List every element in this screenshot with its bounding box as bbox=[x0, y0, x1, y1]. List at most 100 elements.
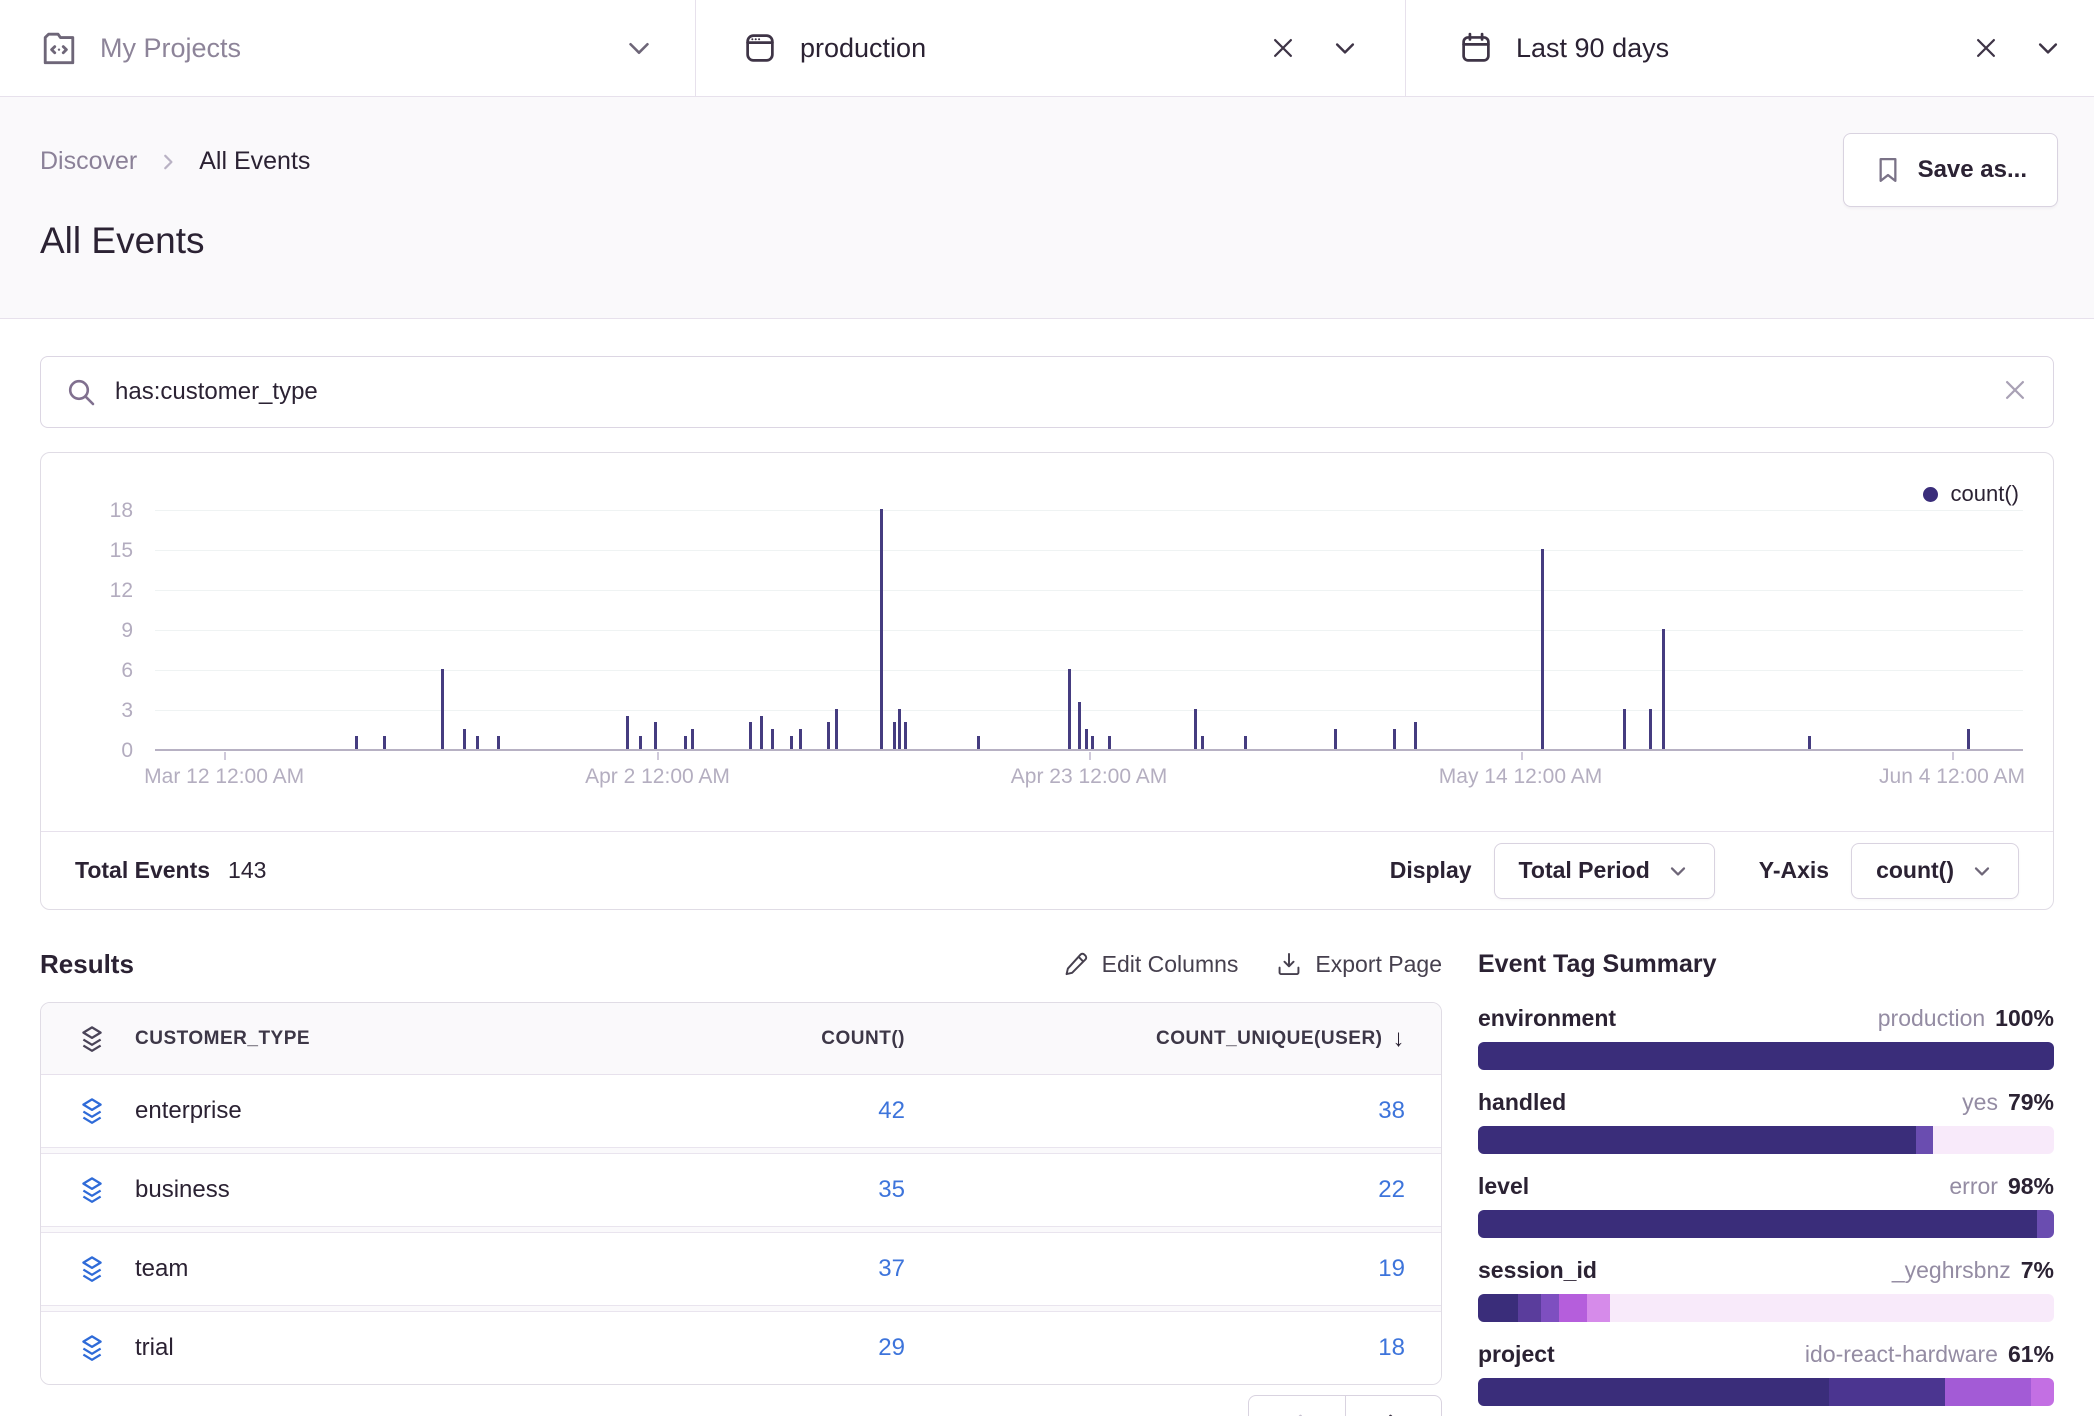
project-selector[interactable]: My Projects bbox=[0, 0, 696, 96]
chart-bar bbox=[684, 736, 687, 749]
cell-customer-type: enterprise bbox=[77, 1096, 665, 1126]
count-unique-value-link[interactable]: 22 bbox=[1378, 1176, 1405, 1203]
tag-bar-segment[interactable] bbox=[1587, 1294, 1610, 1322]
edit-columns-button[interactable]: Edit Columns bbox=[1063, 951, 1239, 978]
chart-legend[interactable]: count() bbox=[1923, 481, 2019, 507]
environment-selector[interactable]: production bbox=[696, 0, 1406, 96]
tag-bar-segment[interactable] bbox=[1478, 1126, 1916, 1154]
tag-bar-segment[interactable] bbox=[1478, 1378, 1829, 1406]
chart-bar bbox=[1194, 709, 1197, 749]
chart-bar bbox=[355, 736, 358, 749]
save-as-button[interactable]: Save as... bbox=[1843, 133, 2058, 207]
cell-count-unique: 22 bbox=[905, 1176, 1405, 1204]
tag-value-wrap: yes79% bbox=[1962, 1087, 2054, 1117]
yaxis-dropdown[interactable]: count() bbox=[1851, 843, 2019, 899]
edit-columns-label: Edit Columns bbox=[1102, 951, 1239, 978]
customer-type-value: enterprise bbox=[135, 1097, 242, 1125]
tag-bar-segment[interactable] bbox=[2031, 1378, 2054, 1406]
count-unique-value-link[interactable]: 18 bbox=[1378, 1334, 1405, 1361]
column-header-customer-type[interactable]: CUSTOMER_TYPE bbox=[77, 1024, 665, 1054]
tag-bar-segment[interactable] bbox=[1478, 1042, 2054, 1070]
results-table-body: enterprise4238business3522team3719trial2… bbox=[41, 1075, 1441, 1384]
tag-top-value: production bbox=[1878, 1005, 1985, 1031]
tag-bar-segment[interactable] bbox=[1541, 1294, 1558, 1322]
tag-bar-segment[interactable] bbox=[1916, 1126, 1933, 1154]
tag-bar-segment[interactable] bbox=[1945, 1378, 2031, 1406]
x-axis-tick-mark bbox=[1952, 752, 1954, 760]
column-header-count-unique[interactable]: COUNT_UNIQUE(USER) ↓ bbox=[905, 1025, 1405, 1053]
tag-top-percentage: 61% bbox=[2008, 1341, 2054, 1367]
count-unique-value-link[interactable]: 38 bbox=[1378, 1097, 1405, 1124]
customer-type-value: business bbox=[135, 1176, 230, 1204]
environment-chevron-down-icon[interactable] bbox=[1325, 28, 1365, 68]
tag-bar-segment[interactable] bbox=[1478, 1210, 2037, 1238]
tag-summary-row: environmentproduction100% bbox=[1478, 1003, 2054, 1070]
tag-distribution-bar[interactable] bbox=[1478, 1210, 2054, 1238]
environment-clear-icon[interactable] bbox=[1263, 28, 1303, 68]
search-clear-icon[interactable] bbox=[2001, 376, 2029, 409]
chart-bar bbox=[760, 716, 763, 749]
breadcrumb-discover-link[interactable]: Discover bbox=[40, 147, 137, 176]
tag-bar-segment[interactable] bbox=[2037, 1210, 2054, 1238]
next-page-button[interactable] bbox=[1345, 1395, 1442, 1416]
tag-bar-segment[interactable] bbox=[1933, 1126, 2054, 1154]
tag-distribution-bar[interactable] bbox=[1478, 1126, 2054, 1154]
tag-bar-segment[interactable] bbox=[1829, 1378, 1944, 1406]
chart-bar bbox=[654, 722, 657, 749]
date-range-selector[interactable]: Last 90 days bbox=[1406, 0, 2094, 96]
count-value-link[interactable]: 29 bbox=[878, 1334, 905, 1361]
count-value-link[interactable]: 35 bbox=[878, 1176, 905, 1203]
chart-bar bbox=[1201, 736, 1204, 749]
display-dropdown[interactable]: Total Period bbox=[1494, 843, 1715, 899]
tag-key: handled bbox=[1478, 1087, 1566, 1117]
chart-bar bbox=[1085, 729, 1088, 749]
chart-bar bbox=[639, 736, 642, 749]
date-range-chevron-down-icon[interactable] bbox=[2028, 28, 2068, 68]
tag-bar-segment[interactable] bbox=[1559, 1294, 1588, 1322]
layers-icon[interactable] bbox=[77, 1096, 107, 1126]
table-row: team3719 bbox=[41, 1233, 1441, 1305]
export-page-button[interactable]: Export Page bbox=[1276, 951, 1442, 978]
column-header-count[interactable]: COUNT() bbox=[665, 1028, 905, 1050]
date-range-label: Last 90 days bbox=[1516, 33, 1669, 64]
row-separator bbox=[41, 1226, 1441, 1233]
chart-bar bbox=[1414, 722, 1417, 749]
tag-bar-segment[interactable] bbox=[1518, 1294, 1541, 1322]
project-chevron-down-icon[interactable] bbox=[619, 28, 659, 68]
pagination bbox=[40, 1395, 1442, 1416]
tag-bar-segment[interactable] bbox=[1478, 1294, 1518, 1322]
tag-label-row: session_id_yeghrsbnz7% bbox=[1478, 1255, 2054, 1285]
row-separator bbox=[41, 1305, 1441, 1312]
previous-page-button[interactable] bbox=[1248, 1395, 1345, 1416]
tag-distribution-bar[interactable] bbox=[1478, 1294, 2054, 1322]
tag-distribution-bar[interactable] bbox=[1478, 1378, 2054, 1406]
chevron-down-icon bbox=[1666, 859, 1690, 883]
cell-count-unique: 19 bbox=[905, 1255, 1405, 1283]
row-separator bbox=[41, 1147, 1441, 1154]
search-input[interactable] bbox=[115, 378, 1983, 406]
chart-bar bbox=[977, 736, 980, 749]
layers-icon[interactable] bbox=[77, 1333, 107, 1363]
count-value-link[interactable]: 42 bbox=[878, 1097, 905, 1124]
x-axis-tick-label: Jun 4 12:00 AM bbox=[1879, 765, 2025, 789]
chart-footer: Total Events 143 Display Total Period Y-… bbox=[41, 831, 2053, 909]
x-axis-tick-mark bbox=[657, 752, 659, 760]
legend-dot-icon bbox=[1923, 487, 1938, 502]
count-unique-value-link[interactable]: 19 bbox=[1378, 1255, 1405, 1282]
tag-bar-segment[interactable] bbox=[1610, 1294, 2054, 1322]
tag-distribution-bar[interactable] bbox=[1478, 1042, 2054, 1070]
sort-descending-icon: ↓ bbox=[1393, 1025, 1406, 1053]
chart-bar bbox=[790, 736, 793, 749]
layers-icon[interactable] bbox=[77, 1254, 107, 1284]
export-page-label: Export Page bbox=[1315, 951, 1442, 978]
chart-bar bbox=[799, 729, 802, 749]
date-range-clear-icon[interactable] bbox=[1966, 28, 2006, 68]
cell-count: 35 bbox=[665, 1176, 905, 1204]
tag-summary-rows: environmentproduction100% handled yes79% le… bbox=[1478, 1003, 2054, 1406]
chart-bar bbox=[476, 736, 479, 749]
layers-icon[interactable] bbox=[77, 1175, 107, 1205]
count-value-link[interactable]: 37 bbox=[878, 1255, 905, 1282]
table-row: business 35 22 bbox=[41, 1154, 1441, 1226]
tag-top-percentage: 79% bbox=[2008, 1089, 2054, 1115]
tag-label-row: levelerror98% bbox=[1478, 1171, 2054, 1201]
